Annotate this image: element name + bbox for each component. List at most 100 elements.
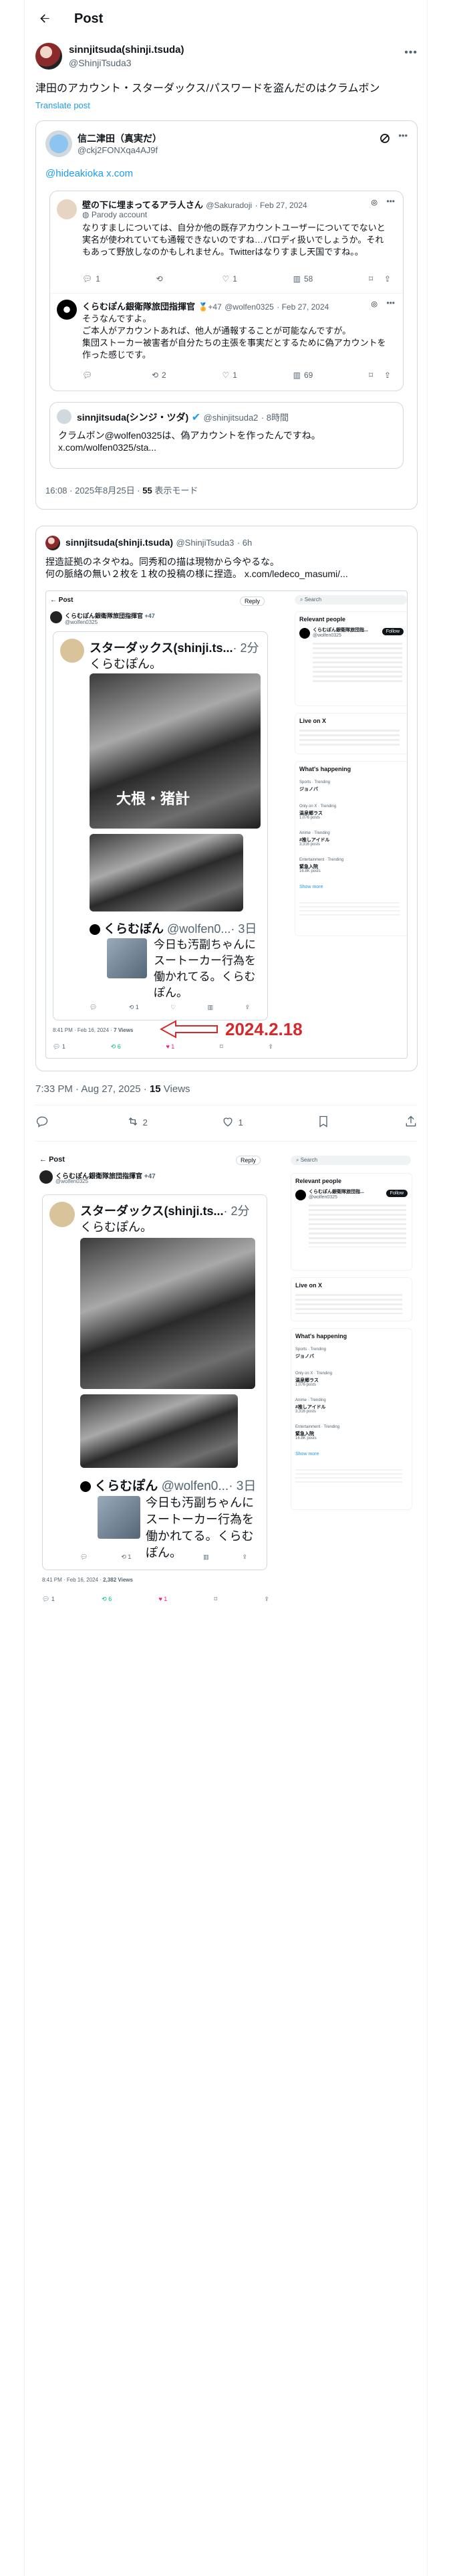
avatar: [90, 924, 100, 936]
reply-icon: 💬︎: [82, 274, 93, 284]
repost-button[interactable]: ⟲ 2: [152, 370, 166, 380]
shot-thumb: [107, 938, 147, 978]
chart-icon: ▥: [293, 274, 301, 284]
more-options-icon[interactable]: •••: [386, 298, 395, 308]
avatar[interactable]: [35, 43, 62, 70]
like-button[interactable]: ♡ 1: [222, 274, 237, 284]
grok-icon[interactable]: [380, 133, 390, 146]
quote-link[interactable]: @hideakioka x.com: [45, 168, 133, 179]
reply-author-handle[interactable]: @wolfen0325: [224, 302, 274, 312]
shot2-date: 8:41 PM · Feb 16, 2024 · 2,382 Views: [42, 1577, 133, 1583]
top-header: Post: [25, 0, 427, 37]
quoted-post-1[interactable]: 信二津田（真実だ） @ckj2FONXqa4AJ9f ••• @hideakio…: [35, 120, 418, 510]
reply-icon: [35, 1115, 49, 1130]
like-button[interactable]: ♡ 1: [222, 370, 237, 380]
avatar[interactable]: [57, 409, 71, 424]
reply-button[interactable]: 💬︎ 1: [82, 274, 100, 284]
badge: 🏅+47: [198, 302, 222, 312]
views-button[interactable]: ▥ 58: [293, 274, 313, 284]
repost-icon: ⟲: [151, 370, 159, 380]
avatar[interactable]: [57, 300, 77, 320]
shot-handle: @wolfen0325: [65, 619, 98, 625]
shot2-thumb: [98, 1496, 140, 1539]
share-button[interactable]: ⌑ ⇪: [369, 370, 391, 380]
post-timestamp: 7:33 PM · Aug 27, 2025 · 15 Views: [35, 1083, 190, 1095]
heart-icon: [221, 1115, 235, 1130]
reply-date: · Feb 27, 2024: [255, 201, 307, 210]
reply-button[interactable]: [35, 1115, 52, 1130]
share-button[interactable]: [404, 1115, 418, 1130]
quote-author-handle[interactable]: @ShinjiTsuda3: [176, 538, 234, 548]
shot-post-title: ← Post: [50, 597, 73, 604]
reply-author-handle[interactable]: @Sakuradoji: [206, 201, 252, 210]
more-options-icon[interactable]: •••: [398, 130, 408, 140]
shot2-relevant: Relevant people くらむぽん銀衛隊旅団指... @wolfen03…: [291, 1173, 412, 1271]
attached-screenshot[interactable]: ← Post Reply くらむぽん銀衛隊旅団指揮官 +47 @wolfen03…: [35, 1152, 418, 1626]
shot-live: Live on X: [295, 713, 407, 754]
avatar[interactable]: [45, 536, 60, 550]
quote-author-name[interactable]: sinnjitsuda(shinji.tsuda): [65, 537, 173, 548]
post-author: sinnjitsuda(shinji.tsuda) @ShinjiTsuda3 …: [35, 43, 418, 72]
reply-author-name[interactable]: 壁の下に埋まってるアラ人さん: [82, 200, 203, 210]
grok-icon[interactable]: ◎: [371, 198, 378, 207]
heart-icon: ♡: [222, 274, 230, 284]
views-button[interactable]: ▥ 69: [293, 370, 313, 380]
avatar: [39, 1170, 53, 1184]
more-options-icon[interactable]: •••: [404, 47, 418, 59]
more-options-icon[interactable]: •••: [386, 197, 395, 206]
shot-sub-text: 今日も汚副ちゃんにスートーカー行為を働かれてる。くらむぽん。: [154, 938, 256, 999]
inner-author-handle[interactable]: @shinjitsuda2: [204, 413, 259, 423]
shot-sub-header: くらむぽん @wolfen0...· 3日: [90, 920, 257, 937]
repost-button[interactable]: 2: [126, 1115, 148, 1130]
quote-text: 捏造証拠のネタやね。同秀和の描は現物から今やるな。 何の脈絡の無い２枚を１枚の投…: [45, 556, 348, 579]
shot2-trends: What's happening Sports · Trending ジョノバ …: [291, 1328, 412, 1510]
shot-photo-1: 大根・猪計: [90, 673, 261, 829]
translate-link[interactable]: Translate post: [35, 100, 90, 110]
shot-trends: What's happening Sports · Trending ジョノバ …: [295, 761, 407, 936]
shot2-live: Live on X: [291, 1277, 412, 1321]
back-arrow-icon[interactable]: [38, 12, 51, 25]
chart-icon: ▥: [293, 370, 301, 380]
reply-author-name[interactable]: くらむぽん銀衛隊旅団指揮官: [82, 302, 195, 312]
heart-icon: ♡: [222, 370, 230, 380]
author-handle[interactable]: @ShinjiTsuda3: [69, 58, 132, 68]
repost-icon: ⟲: [156, 274, 163, 284]
share-icon: [404, 1115, 418, 1130]
avatar: [60, 639, 84, 663]
shot2-handle: @wolfen0325: [55, 1178, 89, 1184]
quote-time: · 6h: [237, 538, 253, 548]
shot2-search: ⌕ Search: [291, 1156, 411, 1165]
post-text: 津田のアカウント・スターダックス/パスワードを盗んだのはクラムボン: [35, 83, 380, 94]
grok-icon[interactable]: ◎: [371, 300, 378, 308]
shot-relevant: Relevant people くらむぽん銀衛隊旅団指... @wolfen03…: [295, 611, 407, 706]
inner-quoted-post[interactable]: sinnjitsuda(シンジ・ツダ) ✔ @shinjitsuda2 · 8時…: [49, 402, 404, 469]
shot2-reply: Reply: [236, 1156, 261, 1165]
share-button[interactable]: ⌑ ⇪: [369, 274, 391, 284]
embedded-screenshot[interactable]: ← Post Reply くらむぽん銀衛隊旅団指揮官 +47 @wolfen03…: [45, 591, 408, 1059]
reply-button[interactable]: 💬︎: [82, 370, 96, 380]
shot-photo-2: [90, 834, 243, 911]
reply-icon: 💬︎: [82, 370, 93, 380]
shot2-photo-1: [80, 1238, 255, 1389]
shot-search: ⌕ Search: [295, 595, 407, 605]
avatar[interactable]: [45, 130, 72, 157]
quoted-post-2[interactable]: sinnjitsuda(shinji.tsuda) @ShinjiTsuda3 …: [35, 526, 418, 1071]
quote-author-name[interactable]: 信二津田（真実だ）: [78, 132, 162, 145]
post-actions: 2 1: [35, 1114, 418, 1130]
bookmark-button[interactable]: [317, 1115, 330, 1130]
quote-author-handle[interactable]: @ckj2FONXqa4AJ9f: [78, 145, 158, 155]
reply-text: そうなんですよ。 ご本人がアカウントあれば、他人が通報することが可能なんですが。…: [82, 314, 386, 360]
inner-text: クラムボン@wolfen0325は、偽アカウントを作ったんですね。 x.com/…: [58, 430, 321, 453]
avatar[interactable]: [57, 199, 77, 219]
shot-date: 8:41 PM · Feb 16, 2024 · 7 Views: [53, 1027, 134, 1033]
page-title: Post: [74, 11, 104, 26]
reply-actions: 💬︎ ⟲ 2 ♡ 1 ▥ 69 ⌑ ⇪: [82, 370, 391, 380]
verified-icon: ✔: [191, 412, 201, 423]
author-name[interactable]: sinnjitsuda(shinji.tsuda): [69, 44, 184, 56]
bookmark-icon: ⌑: [369, 370, 373, 380]
inner-author-name[interactable]: sinnjitsuda(シンジ・ツダ): [77, 412, 188, 423]
like-button[interactable]: 1: [221, 1115, 243, 1130]
repost-button[interactable]: ⟲: [156, 274, 166, 284]
reply-text: なりすましについては、自分か他の既存アカウントユーザーについてでないと実名が使わ…: [82, 223, 386, 257]
reply-actions: 💬︎ 1 ⟲ ♡ 1 ▥ 58 ⌑ ⇪: [82, 274, 391, 284]
